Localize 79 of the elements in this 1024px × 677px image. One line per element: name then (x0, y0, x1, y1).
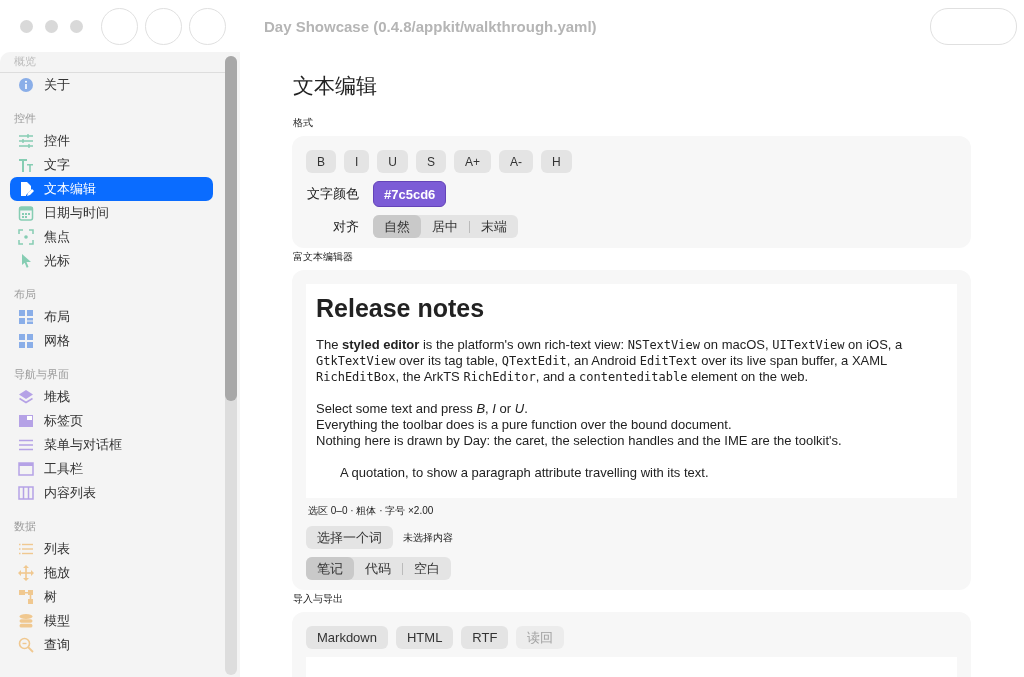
segment[interactable]: 末端 (470, 215, 518, 238)
move-arrows-icon (18, 565, 34, 581)
sidebar-item[interactable]: 查询 (10, 633, 213, 657)
sidebar-item[interactable]: 树 (10, 585, 213, 609)
segment[interactable]: 代码 (354, 557, 402, 580)
window-icon (18, 461, 34, 477)
zoom-button[interactable] (70, 19, 83, 33)
field-label: 对齐 (332, 217, 359, 236)
segment[interactable]: 空白 (403, 557, 451, 580)
sidebar-item[interactable]: 网格 (10, 329, 213, 353)
sidebar-item[interactable]: 关于 (10, 73, 213, 97)
sliders-icon (18, 133, 34, 149)
focus-frame-icon (18, 229, 34, 245)
group-label: 格式 (293, 116, 314, 130)
export-button[interactable]: Markdown (306, 626, 388, 649)
menu-icon (18, 437, 34, 453)
sidebar-item[interactable]: 标签页 (10, 409, 213, 433)
sidebar-item[interactable]: 文字 (10, 153, 213, 177)
format-button[interactable]: I (344, 150, 370, 173)
text-size-icon (18, 157, 34, 173)
sidebar-item[interactable]: 文本编辑 (10, 177, 213, 201)
document-pen-icon (18, 181, 34, 197)
format-button[interactable]: A- (499, 150, 534, 173)
section-header: 导航与界面 (14, 367, 70, 381)
color-button[interactable]: #7c5cd6 (373, 181, 447, 207)
grid-icon (18, 333, 34, 349)
document-heading: Release notes (316, 293, 486, 323)
page-title: 文本编辑 (293, 73, 378, 99)
sidebar-item[interactable]: 布局 (10, 305, 213, 329)
selection-note: 未选择内容 (403, 530, 453, 545)
format-button[interactable]: U (377, 150, 409, 173)
calendar-icon (18, 205, 34, 221)
tab-icon (18, 413, 34, 429)
paragraph: Select some text and press B, I or U. (316, 401, 529, 417)
segment[interactable]: 笔记 (306, 557, 354, 580)
section-header: 控件 (14, 111, 37, 125)
section-header: 数据 (14, 519, 37, 533)
sidebar-item[interactable]: 焦点 (10, 225, 213, 249)
field-label: 文字颜色 (306, 185, 359, 203)
layout-icon (18, 309, 34, 325)
format-button[interactable]: S (416, 150, 447, 173)
sidebar-item[interactable]: 控件 (10, 129, 213, 153)
window-title: Day Showcase (0.4.8/appkit/walkthrough.yaml) (264, 17, 597, 35)
block-quote: A quotation, to show a paragraph attribute travelling with its text. (340, 465, 710, 481)
format-button[interactable]: H (541, 150, 572, 173)
export-button[interactable]: HTML (395, 626, 454, 649)
info-icon (18, 77, 34, 93)
tree-icon (18, 589, 34, 605)
close-button[interactable] (20, 19, 33, 33)
sidebar-item[interactable]: 光标 (10, 249, 213, 273)
minimize-button[interactable] (45, 19, 58, 33)
group-label: 富文本编辑器 (293, 250, 354, 264)
segment[interactable]: 居中 (421, 215, 469, 238)
sidebar-item[interactable]: 列表 (10, 537, 213, 561)
section-header: 布局 (14, 287, 37, 301)
format-button[interactable]: A+ (454, 150, 492, 173)
sidebar-item[interactable]: 模型 (10, 609, 213, 633)
toolbar-button[interactable] (930, 7, 1017, 45)
list-icon (18, 541, 34, 557)
sidebar-item[interactable]: 内容列表 (10, 481, 213, 505)
group-label: 导入与导出 (293, 592, 344, 606)
format-button[interactable]: B (306, 150, 336, 173)
segment[interactable]: 自然 (373, 215, 421, 238)
sidebar-item[interactable]: 拖放 (10, 561, 213, 585)
paragraph: Everything the toolbar does is a pure function over the bound document. (316, 417, 733, 433)
sidebar-item[interactable]: 工具栏 (10, 457, 213, 481)
search-icon (18, 637, 34, 653)
database-icon (18, 613, 34, 629)
sidebar-item[interactable]: 堆栈 (10, 385, 213, 409)
columns-icon (18, 485, 34, 501)
paragraph: Nothing here is drawn by Day: the caret, the selection handles and the IME are the toolkit's. (316, 433, 843, 449)
sidebar-item[interactable]: 菜单与对话框 (10, 433, 213, 457)
sidebar-item[interactable]: 日期与时间 (10, 201, 213, 225)
layers-icon (18, 389, 34, 405)
select-word-button[interactable]: 选择一个词 (306, 526, 393, 549)
scrollbar[interactable] (225, 56, 237, 675)
paragraph: The styled editor is the platform's own rich-text view: NSTextView on macOS, UITextView on iOS, a GtkTextView over its tag table, QTextEdit, an Android EditText over its live span buffer, a XAML RichEditBox, the ArkTS RichEditor, and a contenteditable element on the web. (316, 337, 904, 385)
export-button[interactable]: RTF (461, 626, 509, 649)
status-text: 选区 0–0 · 粗体 · 字号 ×2.00 (308, 504, 435, 518)
